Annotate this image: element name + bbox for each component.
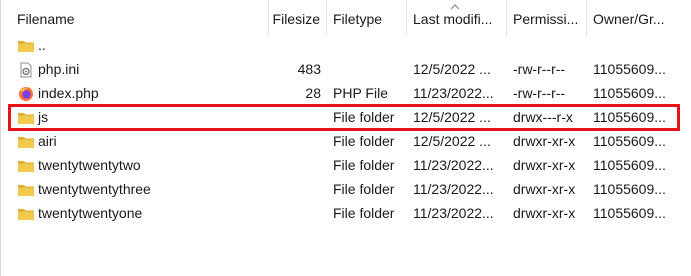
file-row[interactable]: php.ini 483 12/5/2022 ... -rw-r--r-- 110… bbox=[1, 57, 691, 81]
file-modified: 12/5/2022 ... bbox=[413, 133, 491, 149]
file-size bbox=[269, 33, 321, 57]
file-size: 28 bbox=[305, 85, 321, 101]
file-size: 483 bbox=[297, 61, 321, 77]
file-modified: 11/23/2022... bbox=[413, 205, 494, 221]
file-name-cell: airi bbox=[17, 129, 267, 153]
file-owner: 11055609... bbox=[593, 109, 666, 125]
file-modified: 11/23/2022... bbox=[413, 85, 494, 101]
file-row[interactable]: airi File folder 12/5/2022 ... drwxr-xr-… bbox=[1, 129, 691, 153]
file-name: twentytwentytwo bbox=[38, 157, 141, 173]
file-name-cell: php.ini bbox=[17, 57, 267, 81]
file-type: PHP File bbox=[333, 85, 388, 101]
file-row[interactable]: js File folder 12/5/2022 ... drwx---r-x … bbox=[1, 105, 691, 129]
column-header-filesize[interactable]: Filesize bbox=[269, 0, 327, 36]
file-modified: 12/5/2022 ... bbox=[413, 109, 491, 125]
file-modified: 12/5/2022 ... bbox=[413, 61, 491, 77]
file-name: twentytwentythree bbox=[38, 181, 151, 197]
file-owner: 11055609... bbox=[593, 61, 666, 77]
file-name-cell: .. bbox=[17, 33, 267, 57]
file-permissions: drwxr-xr-x bbox=[513, 181, 576, 197]
file-name: js bbox=[38, 109, 49, 125]
firefox-icon bbox=[17, 85, 35, 101]
file-type: File folder bbox=[333, 157, 395, 173]
folder-icon bbox=[17, 205, 35, 221]
file-size bbox=[269, 177, 321, 201]
file-type: File folder bbox=[333, 205, 395, 221]
file-size bbox=[269, 105, 321, 129]
folder-icon bbox=[17, 181, 35, 197]
ini-file-icon bbox=[17, 61, 35, 78]
file-permissions: -rw-r--r-- bbox=[513, 61, 566, 77]
file-row[interactable]: .. bbox=[1, 33, 691, 57]
file-type: File folder bbox=[333, 109, 395, 125]
file-type bbox=[333, 33, 408, 57]
file-name-cell: twentytwentytwo bbox=[17, 153, 267, 177]
file-permissions: drwxr-xr-x bbox=[513, 133, 576, 149]
file-owner: 11055609... bbox=[593, 181, 666, 197]
file-name-cell: twentytwentythree bbox=[17, 177, 267, 201]
file-type: File folder bbox=[333, 133, 395, 149]
file-type: File folder bbox=[333, 181, 395, 197]
file-name: .. bbox=[38, 37, 46, 53]
folder-icon bbox=[17, 133, 35, 149]
file-modified: 11/23/2022... bbox=[413, 157, 494, 173]
file-name: twentytwentyone bbox=[38, 205, 143, 221]
file-modified: 11/23/2022... bbox=[413, 181, 494, 197]
file-name-cell: twentytwentyone bbox=[17, 201, 267, 225]
file-size bbox=[269, 201, 321, 225]
file-owner bbox=[593, 33, 691, 57]
sort-ascending-icon bbox=[450, 4, 460, 10]
file-name: airi bbox=[38, 133, 57, 149]
file-name: index.php bbox=[38, 85, 99, 101]
file-type bbox=[333, 57, 408, 81]
file-row[interactable]: twentytwentyone File folder 11/23/2022..… bbox=[1, 201, 691, 225]
column-header-owner-group[interactable]: Owner/Gr... bbox=[587, 0, 691, 36]
file-row[interactable]: twentytwentytwo File folder 11/23/2022..… bbox=[1, 153, 691, 177]
file-row[interactable]: twentytwentythree File folder 11/23/2022… bbox=[1, 177, 691, 201]
file-permissions: -rw-r--r-- bbox=[513, 85, 566, 101]
file-row[interactable]: index.php 28 PHP File 11/23/2022... -rw-… bbox=[1, 81, 691, 105]
file-modified bbox=[413, 33, 505, 57]
file-permissions: drwxr-xr-x bbox=[513, 157, 576, 173]
file-name: php.ini bbox=[38, 61, 80, 77]
file-owner: 11055609... bbox=[593, 157, 666, 173]
remote-file-list: Filename Filesize Filetype Last modifi..… bbox=[0, 0, 691, 276]
file-size bbox=[269, 153, 321, 177]
file-name-cell: js bbox=[17, 105, 267, 129]
file-owner: 11055609... bbox=[593, 85, 666, 101]
file-permissions bbox=[513, 33, 589, 57]
folder-icon bbox=[17, 37, 35, 53]
folder-icon bbox=[17, 109, 35, 125]
file-permissions: drwx---r-x bbox=[513, 109, 573, 125]
file-owner: 11055609... bbox=[593, 133, 666, 149]
file-owner: 11055609... bbox=[593, 205, 666, 221]
file-size bbox=[269, 129, 321, 153]
column-header-permissions[interactable]: Permissi... bbox=[507, 0, 587, 36]
folder-icon bbox=[17, 157, 35, 173]
column-header-filename[interactable]: Filename bbox=[11, 0, 269, 36]
file-name-cell: index.php bbox=[17, 81, 267, 105]
column-header-row: Filename Filesize Filetype Last modifi..… bbox=[1, 0, 691, 36]
file-permissions: drwxr-xr-x bbox=[513, 205, 576, 221]
column-header-filetype[interactable]: Filetype bbox=[327, 0, 407, 36]
